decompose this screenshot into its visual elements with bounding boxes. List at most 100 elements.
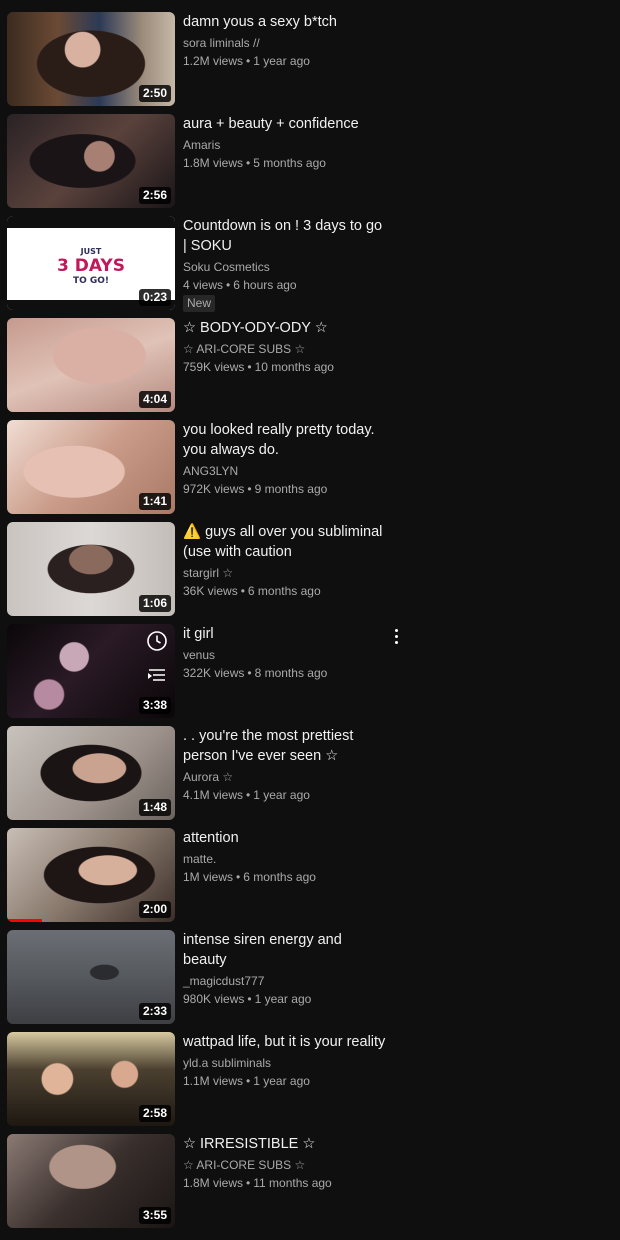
video-meta: 36K views • 6 months ago bbox=[183, 582, 388, 600]
channel-name[interactable]: ANG3LYN bbox=[183, 462, 388, 480]
video-info: it girl venus 322K views • 8 months ago bbox=[183, 624, 388, 682]
video-thumbnail[interactable]: 2:33 bbox=[7, 930, 175, 1024]
video-meta: 1.1M views • 1 year ago bbox=[183, 1072, 388, 1090]
channel-name[interactable]: ☆ ARI-CORE SUBS ☆ bbox=[183, 340, 388, 358]
video-title[interactable]: Countdown is on ! 3 days to go | SOKU bbox=[183, 216, 388, 256]
video-meta: 322K views • 8 months ago bbox=[183, 664, 388, 682]
video-title[interactable]: intense siren energy and beauty bbox=[183, 930, 388, 970]
video-title[interactable]: aura + beauty + confidence bbox=[183, 114, 388, 134]
video-thumbnail[interactable]: 1:48 bbox=[7, 726, 175, 820]
video-thumbnail[interactable]: JUST 3 DAYS TO GO! 0:23 bbox=[7, 216, 175, 310]
channel-name[interactable]: Soku Cosmetics bbox=[183, 258, 388, 276]
video-info: you looked really pretty today. you alwa… bbox=[183, 420, 388, 498]
more-options-icon[interactable] bbox=[388, 626, 406, 648]
channel-name[interactable]: _magicdust777 bbox=[183, 972, 388, 990]
video-row[interactable]: 1:41 you looked really pretty today. you … bbox=[0, 420, 620, 516]
upload-age: 10 months ago bbox=[254, 360, 334, 374]
upload-age: 9 months ago bbox=[254, 482, 328, 496]
channel-name[interactable]: Aurora ☆ bbox=[183, 768, 388, 786]
channel-name[interactable]: venus bbox=[183, 646, 388, 664]
video-title[interactable]: it girl bbox=[183, 624, 388, 644]
video-row[interactable]: 1:06 ⚠️ guys all over you subliminal (use… bbox=[0, 522, 620, 618]
video-duration: 2:33 bbox=[138, 1003, 171, 1020]
video-thumbnail[interactable]: 2:50 bbox=[7, 12, 175, 106]
video-row[interactable]: 2:58 wattpad life, but it is your reality… bbox=[0, 1032, 620, 1128]
video-meta: 1.8M views • 11 months ago bbox=[183, 1174, 388, 1192]
view-count: 1.2M views bbox=[183, 54, 244, 68]
video-row[interactable]: JUST 3 DAYS TO GO! 0:23 Countdown is on ! 3 … bbox=[0, 216, 620, 312]
video-info: wattpad life, but it is your reality yld.… bbox=[183, 1032, 388, 1090]
upload-age: 11 months ago bbox=[253, 1176, 332, 1190]
video-title[interactable]: attention bbox=[183, 828, 388, 848]
thumbnail-text: 3 DAYS bbox=[57, 256, 125, 276]
view-count: 1.8M views bbox=[183, 1176, 244, 1190]
video-thumbnail[interactable]: 2:58 bbox=[7, 1032, 175, 1126]
video-info: ☆ IRRESISTIBLE ☆ ☆ ARI-CORE SUBS ☆ 1.8M vi… bbox=[183, 1134, 388, 1192]
video-meta: 759K views • 10 months ago bbox=[183, 358, 388, 376]
video-row[interactable]: 2:56 aura + beauty + confidence Amaris 1.8M… bbox=[0, 114, 620, 210]
thumbnail-text: TO GO! bbox=[72, 276, 110, 286]
channel-name[interactable]: yld.a subliminals bbox=[183, 1054, 388, 1072]
video-meta: 4 views • 6 hours ago bbox=[183, 276, 388, 294]
video-title[interactable]: . . you're the most prettiest person I'v… bbox=[183, 726, 388, 766]
upload-age: 1 year ago bbox=[254, 992, 312, 1006]
video-title[interactable]: ⚠️ guys all over you subliminal (use wit… bbox=[183, 522, 388, 562]
channel-name[interactable]: sora liminals // bbox=[183, 34, 388, 52]
view-count: 759K views bbox=[183, 360, 245, 374]
video-title[interactable]: damn yous a sexy b*tch bbox=[183, 12, 388, 32]
video-title[interactable]: wattpad life, but it is your reality bbox=[183, 1032, 388, 1052]
view-count: 980K views bbox=[183, 992, 245, 1006]
video-thumbnail[interactable]: 2:00 bbox=[7, 828, 175, 922]
channel-name[interactable]: Amaris bbox=[183, 136, 388, 154]
separator-dot: • bbox=[226, 278, 231, 292]
view-count: 972K views bbox=[183, 482, 245, 496]
video-thumbnail[interactable]: 3:55 bbox=[7, 1134, 175, 1228]
upload-age: 1 year ago bbox=[253, 1074, 310, 1088]
video-row[interactable]: 2:33 intense siren energy and beauty _magi… bbox=[0, 930, 620, 1026]
video-meta: 1.2M views • 1 year ago bbox=[183, 52, 388, 70]
upload-age: 8 months ago bbox=[254, 666, 328, 680]
video-thumbnail[interactable]: 1:41 bbox=[7, 420, 175, 514]
video-info: aura + beauty + confidence Amaris 1.8M vie… bbox=[183, 114, 388, 172]
video-thumbnail[interactable]: 3:38 bbox=[7, 624, 175, 718]
upload-age: 6 hours ago bbox=[233, 278, 297, 292]
upload-age: 1 year ago bbox=[253, 788, 310, 802]
video-info: Countdown is on ! 3 days to go | SOKU Sok… bbox=[183, 216, 388, 312]
video-duration: 3:55 bbox=[138, 1207, 171, 1224]
video-duration: 2:00 bbox=[138, 901, 171, 918]
video-thumbnail[interactable]: 1:06 bbox=[7, 522, 175, 616]
channel-name[interactable]: stargirl ☆ bbox=[183, 564, 388, 582]
video-thumbnail[interactable]: 2:56 bbox=[7, 114, 175, 208]
video-row[interactable]: 4:04 ☆ BODY-ODY-ODY ☆ ☆ ARI-CORE SUBS ☆ 759… bbox=[0, 318, 620, 414]
video-title[interactable]: you looked really pretty today. you alwa… bbox=[183, 420, 388, 460]
video-duration: 2:50 bbox=[138, 85, 171, 102]
clock-icon[interactable] bbox=[146, 630, 168, 652]
video-info: intense siren energy and beauty _magicdus… bbox=[183, 930, 388, 1008]
view-count: 322K views bbox=[183, 666, 245, 680]
video-row[interactable]: 3:38 it girl venus 322K views • 8 months ago bbox=[0, 624, 620, 720]
video-info: ☆ BODY-ODY-ODY ☆ ☆ ARI-CORE SUBS ☆ 759K vi… bbox=[183, 318, 388, 376]
separator-dot: • bbox=[246, 788, 251, 802]
separator-dot: • bbox=[246, 1176, 251, 1190]
video-row[interactable]: 3:55 ☆ IRRESISTIBLE ☆ ☆ ARI-CORE SUBS ☆ 1.8… bbox=[0, 1134, 620, 1230]
letterbox-bar bbox=[7, 216, 175, 228]
video-duration: 4:04 bbox=[138, 391, 171, 408]
video-duration: 1:41 bbox=[138, 493, 171, 510]
view-count: 1M views bbox=[183, 870, 234, 884]
separator-dot: • bbox=[247, 360, 252, 374]
video-title[interactable]: ☆ BODY-ODY-ODY ☆ bbox=[183, 318, 388, 338]
separator-dot: • bbox=[247, 482, 252, 496]
channel-name[interactable]: ☆ ARI-CORE SUBS ☆ bbox=[183, 1156, 388, 1174]
separator-dot: • bbox=[247, 992, 252, 1006]
view-count: 1.1M views bbox=[183, 1074, 244, 1088]
upload-age: 6 months ago bbox=[243, 870, 316, 884]
video-row[interactable]: 2:00 attention matte. 1M views • 6 months ago bbox=[0, 828, 620, 924]
video-thumbnail[interactable]: 4:04 bbox=[7, 318, 175, 412]
video-row[interactable]: 1:48 . . you're the most prettiest person… bbox=[0, 726, 620, 822]
video-row[interactable]: 2:50 damn yous a sexy b*tch sora liminals … bbox=[0, 12, 620, 108]
channel-name[interactable]: matte. bbox=[183, 850, 388, 868]
upload-age: 1 year ago bbox=[253, 54, 310, 68]
video-title[interactable]: ☆ IRRESISTIBLE ☆ bbox=[183, 1134, 388, 1154]
video-info: . . you're the most prettiest person I'v… bbox=[183, 726, 388, 804]
add-to-queue-icon[interactable] bbox=[146, 664, 168, 686]
